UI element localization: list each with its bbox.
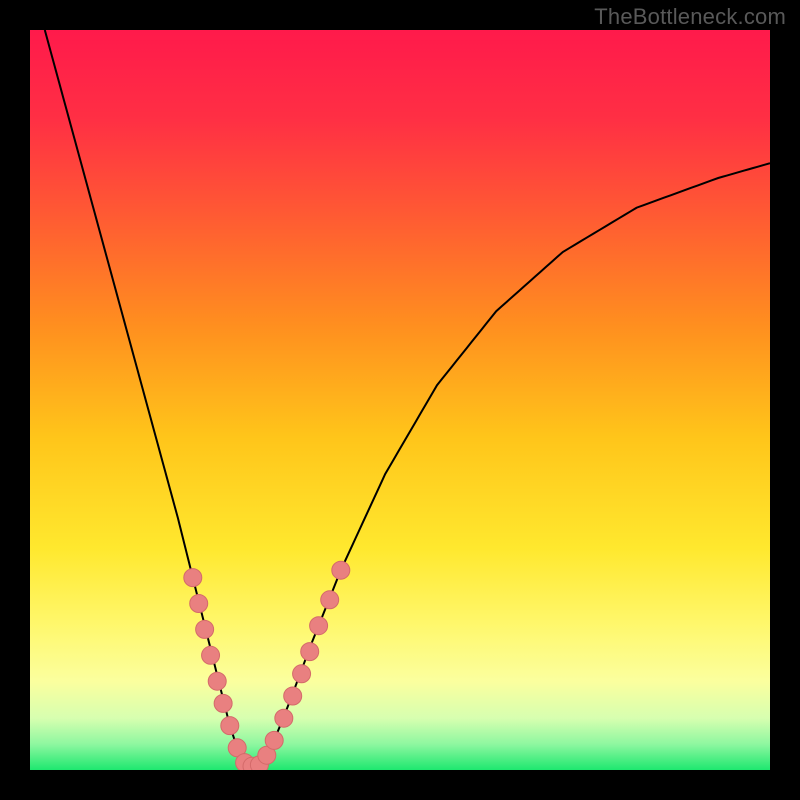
data-marker <box>221 717 239 735</box>
data-marker <box>202 646 220 664</box>
data-marker <box>293 665 311 683</box>
data-marker <box>275 709 293 727</box>
data-marker <box>284 687 302 705</box>
data-marker <box>310 617 328 635</box>
data-marker <box>321 591 339 609</box>
data-marker <box>301 643 319 661</box>
data-marker <box>184 569 202 587</box>
plot-area <box>30 30 770 770</box>
bottleneck-chart <box>30 30 770 770</box>
data-marker <box>265 731 283 749</box>
chart-stage: TheBottleneck.com <box>0 0 800 800</box>
gradient-background <box>30 30 770 770</box>
data-marker <box>196 620 214 638</box>
watermark-text: TheBottleneck.com <box>594 4 786 30</box>
data-marker <box>332 561 350 579</box>
data-marker <box>208 672 226 690</box>
data-marker <box>190 595 208 613</box>
data-marker <box>214 694 232 712</box>
